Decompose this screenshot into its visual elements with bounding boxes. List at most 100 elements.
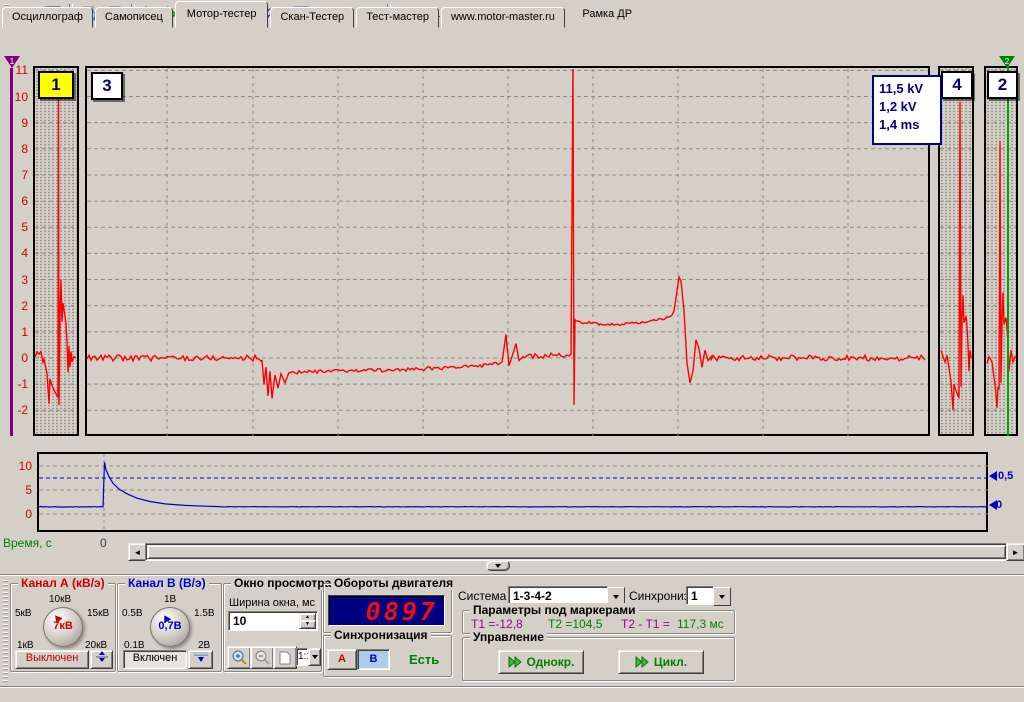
scope-area: 1 2 11109876543210-1-2 1 3 4 2 11,5 kV 1…	[0, 56, 1024, 452]
zoom-out-button[interactable]	[250, 646, 274, 669]
timeline-y-tick: 0	[14, 507, 32, 521]
tab-самописец[interactable]: Самописец	[95, 7, 173, 28]
cylinder-label-3[interactable]: 3	[91, 72, 123, 100]
sync-channel-select-arrow[interactable]	[713, 587, 731, 606]
timeline-y-tick: 5	[14, 483, 32, 497]
scope-y-tick: 5	[2, 220, 28, 234]
channel-b-position-button[interactable]	[188, 650, 213, 669]
status-strip	[0, 688, 1024, 702]
tab-www.motor-master.ru[interactable]: www.motor-master.ru	[441, 7, 565, 28]
scope-y-tick: 7	[2, 168, 28, 182]
scope-y-tick: 2	[2, 299, 28, 313]
tab-тест-мастер[interactable]: Тест-мастер	[356, 7, 439, 28]
channel-b-value: 0,7В	[151, 620, 189, 632]
play-all-icon	[508, 656, 523, 668]
scope-y-tick: 6	[2, 194, 28, 208]
trigger-level-marker[interactable]	[984, 471, 997, 481]
scrollbar-track[interactable]	[145, 543, 1008, 561]
t1-value: T1 =-12,8	[471, 617, 523, 631]
dt-value: 117,3 мс	[677, 617, 724, 631]
cylinder-label-4[interactable]: 4	[941, 71, 973, 99]
sync-channel-select[interactable]: 1	[686, 586, 714, 605]
scope-y-tick: 1	[2, 325, 28, 339]
measurement-readout: 11,5 kV 1,2 kV 1,4 ms	[872, 75, 942, 145]
play-all-icon	[635, 656, 650, 668]
time-axis-tick: 0	[100, 536, 107, 550]
single-run-button[interactable]: Однокр.	[498, 650, 584, 674]
scope-y-tick: -2	[2, 403, 28, 417]
scrollbar-right-arrow[interactable]: ►	[1006, 543, 1024, 561]
new-page-button[interactable]	[273, 646, 297, 669]
system-label: Система	[458, 589, 506, 603]
channel-a-state-button[interactable]: Выключен	[15, 650, 89, 669]
cylinder-panel-1[interactable]	[33, 66, 79, 436]
cycle-run-button[interactable]: Цикл.	[618, 650, 704, 674]
sync-channel-b-button[interactable]: В	[357, 649, 390, 670]
sync-channel-a-button[interactable]: А	[327, 649, 357, 670]
scope-y-tick: -1	[2, 377, 28, 391]
t2-value: T2 =104,5	[548, 617, 602, 631]
scope-y-tick: 3	[2, 273, 28, 287]
menu-item-2[interactable]: Рамка ДР	[572, 5, 642, 23]
panel-grip[interactable]	[3, 580, 8, 682]
spin-down-button[interactable]: ▼	[299, 620, 316, 629]
sync-title: Синхронизация	[331, 628, 431, 642]
channel-b-state-button[interactable]: Включен	[123, 650, 187, 669]
time-axis-label: Время, с	[3, 536, 52, 550]
cylinder-panel-4[interactable]	[938, 66, 974, 436]
trigger-level-value: 0,5	[998, 470, 1013, 482]
channel-b-scale-1: 1В	[164, 594, 176, 605]
timeline-y-tick: 10	[14, 459, 32, 473]
motor-tester-app: √α Рамка ДДПараметры ДДРамка ДР Осциллог…	[0, 0, 1024, 702]
tab-скан-тестер[interactable]: Скан-Тестер	[270, 7, 354, 28]
scope-y-tick: 4	[2, 246, 28, 260]
zero-level-value: 0	[996, 499, 1002, 511]
channel-a-title: Канал А (кВ/э)	[18, 576, 108, 590]
window-width-input[interactable]: 10 ▲ ▼	[228, 611, 318, 631]
channel-b-scale-15: 1.5В	[194, 608, 215, 619]
management-group: Управление Однокр. Цикл.	[462, 637, 735, 681]
channel-b-title: Канал В (В/э)	[125, 576, 209, 590]
management-title: Управление	[470, 630, 547, 644]
scope-y-tick: 10	[2, 90, 28, 104]
cylinder-panel-3[interactable]	[85, 66, 930, 436]
tab-мотор-тестер[interactable]: Мотор-тестер	[175, 1, 269, 28]
channel-a-group: Канал А (кВ/э) 10кВ 5кВ 15кВ 1кВ 20кВ 7к…	[10, 583, 116, 672]
rpm-title: Обороты двигателя	[331, 576, 456, 590]
channel-a-scale-15: 15кВ	[87, 608, 109, 619]
scope-y-tick: 0	[2, 351, 28, 365]
rpm-display: 0897	[328, 595, 445, 626]
window-width-label: Ширина окна, мс	[229, 597, 315, 609]
control-panel: Канал А (кВ/э) 10кВ 5кВ 15кВ 1кВ 20кВ 7к…	[0, 577, 1024, 686]
channel-a-position-button[interactable]	[90, 650, 113, 669]
tab-осциллограф[interactable]: Осциллограф	[2, 7, 93, 28]
window-width-value: 10	[233, 614, 246, 628]
channel-a-scale-5: 5кВ	[15, 608, 32, 619]
cylinder-label-2[interactable]: 2	[987, 71, 1018, 99]
channel-a-scale-10: 10кВ	[49, 594, 71, 605]
sync-status: Есть	[409, 652, 439, 667]
marker-1-line[interactable]	[10, 68, 13, 436]
channel-b-knob[interactable]: 0,7В	[150, 607, 190, 647]
cylinder-label-1[interactable]: 1	[38, 71, 74, 99]
view-window-title: Окно просмотра	[231, 576, 334, 590]
channel-b-scale-05: 0.5В	[122, 608, 143, 619]
collapse-handle[interactable]	[486, 560, 510, 571]
sync-channel-label: Синхрониз.	[629, 589, 693, 603]
timeline-box[interactable]	[37, 452, 988, 532]
scope-y-tick: 9	[2, 116, 28, 130]
readout-kv-max: 11,5 kV	[879, 80, 935, 98]
cylinder-panel-2[interactable]	[984, 66, 1018, 436]
scope-y-tick: 8	[2, 142, 28, 156]
marker-2-line[interactable]	[1007, 66, 1009, 436]
channel-a-knob[interactable]: 7кВ	[43, 607, 83, 647]
marker-2-flag[interactable]: 2	[999, 56, 1015, 68]
zoom-in-button[interactable]	[227, 646, 251, 669]
readout-burn-time: 1,4 ms	[879, 116, 935, 134]
marker-1-flag[interactable]: 1	[4, 56, 20, 68]
view-window-group: Окно просмотра Ширина окна, мс 10 ▲ ▼ 1:…	[223, 583, 322, 672]
zoom-ratio-dropdown[interactable]	[308, 648, 321, 666]
readout-kv-burn: 1,2 kV	[879, 98, 935, 116]
rpm-group: Обороты двигателя 0897	[323, 583, 452, 633]
scrollbar-thumb[interactable]	[147, 545, 1006, 559]
